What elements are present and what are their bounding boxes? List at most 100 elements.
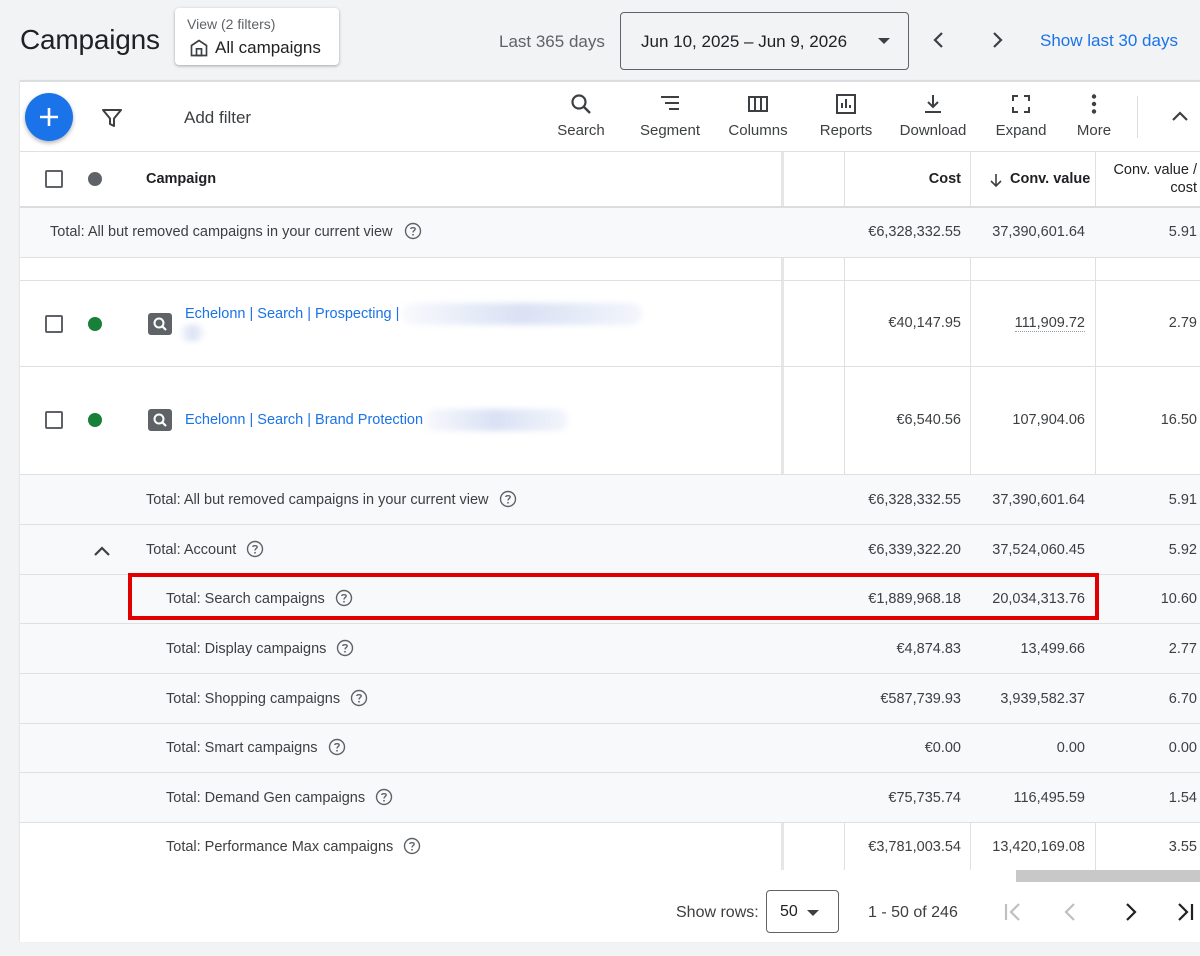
status-enabled-dot: [88, 317, 102, 331]
download-tool-button[interactable]: Download: [897, 92, 969, 144]
help-icon[interactable]: [499, 490, 517, 508]
total-row: Total: Display campaigns €4,874.83 13,499.…: [20, 624, 1200, 674]
campaign-column-header[interactable]: Campaign: [146, 171, 216, 187]
reports-icon: [836, 94, 856, 114]
total-conv-value: 13,420,169.08: [992, 839, 1085, 855]
help-icon[interactable]: [403, 837, 421, 855]
view-selector[interactable]: View (2 filters) All campaigns: [175, 8, 339, 65]
total-conv-value: 116,495.59: [1013, 790, 1086, 806]
status-enabled-dot: [88, 413, 102, 427]
total-row: Total: Performance Max campaigns €3,781,0…: [20, 823, 1200, 872]
table-row[interactable]: Echelonn | Search | Prospecting | €40,14…: [20, 281, 1200, 367]
conv-value-cost-header-line1[interactable]: Conv. value /: [1096, 162, 1197, 178]
total-label: Total: All but removed campaigns in your…: [50, 224, 393, 240]
help-icon[interactable]: [350, 689, 368, 707]
total-cost: €6,328,332.55: [868, 492, 961, 508]
next-page-icon[interactable]: [1117, 899, 1143, 925]
filter-icon[interactable]: [100, 106, 124, 130]
campaign-name-link[interactable]: Echelonn | Search | Prospecting |: [185, 306, 399, 322]
search-icon: [571, 94, 591, 114]
total-conv-value: 37,524,060.45: [992, 542, 1085, 558]
select-all-checkbox[interactable]: [45, 170, 63, 188]
pagination-range: 1 - 50 of 246: [868, 904, 958, 921]
help-icon[interactable]: [375, 788, 393, 806]
campaign-ratio: 2.79: [1168, 315, 1197, 331]
total-cost: €0.00: [924, 740, 961, 756]
highlight-box: [128, 573, 1099, 620]
expand-icon: [1012, 95, 1030, 113]
total-cost: €3,781,003.54: [868, 839, 961, 855]
reports-tool-label: Reports: [819, 122, 873, 139]
chevron-left-icon[interactable]: [927, 28, 951, 52]
building-icon: [190, 39, 208, 57]
view-filter-count: View (2 filters): [187, 16, 276, 32]
expand-tool-button[interactable]: Expand: [993, 92, 1049, 144]
total-ratio: 3.55: [1168, 839, 1197, 855]
search-tool-button[interactable]: Search: [553, 92, 609, 144]
total-ratio: 10.60: [1160, 591, 1197, 607]
spacer-row: [20, 258, 1200, 281]
campaign-conv-value: 107,904.06: [1012, 412, 1085, 428]
previous-page-icon[interactable]: [1058, 899, 1084, 925]
total-label: Total: Performance Max campaigns: [166, 839, 394, 855]
help-icon[interactable]: [336, 639, 354, 657]
create-button[interactable]: [25, 93, 73, 141]
horizontal-scrollbar[interactable]: [1016, 870, 1200, 882]
page-title: Campaigns: [20, 24, 160, 55]
row-checkbox[interactable]: [45, 411, 63, 429]
total-conv-value: 37,390,601.64: [992, 224, 1085, 240]
total-label: Total: Smart campaigns: [166, 740, 318, 756]
total-ratio: 2.77: [1168, 641, 1197, 657]
campaign-name-link[interactable]: Echelonn | Search | Brand Protection: [185, 412, 423, 428]
conv-value-column-header[interactable]: Conv. value: [1010, 171, 1090, 187]
total-row: Total: Account €6,339,322.20 37,524,060.45…: [20, 525, 1200, 575]
total-label: Total: Account: [146, 542, 237, 558]
columns-tool-label: Columns: [728, 122, 788, 139]
columns-tool-button[interactable]: Columns: [725, 92, 791, 144]
view-value: All campaigns: [215, 38, 321, 57]
total-row: Total: Demand Gen campaigns €75,735.74 116…: [20, 773, 1200, 823]
download-tool-label: Download: [899, 122, 967, 139]
total-row: Total: All but removed campaigns in your…: [20, 475, 1200, 525]
campaign-conv-value: 111,909.72: [971, 315, 1085, 332]
conv-value-cost-header-line2[interactable]: cost: [1096, 180, 1197, 196]
arrow-down-icon: [990, 174, 1002, 188]
help-icon[interactable]: [404, 222, 422, 240]
total-conv-value: 3,939,582.37: [1000, 691, 1085, 707]
last-page-icon[interactable]: [1172, 899, 1198, 925]
more-vert-icon: [1091, 94, 1097, 114]
cost-column-header[interactable]: Cost: [846, 171, 961, 187]
segment-tool-button[interactable]: Segment: [635, 92, 705, 144]
show-last-30-days-link[interactable]: Show last 30 days: [1040, 31, 1178, 51]
reports-tool-button[interactable]: Reports: [814, 92, 878, 144]
date-range-label: Last 365 days: [499, 32, 605, 51]
more-tool-button[interactable]: More: [1072, 92, 1116, 144]
first-page-icon[interactable]: [1000, 899, 1026, 925]
columns-icon: [748, 96, 768, 112]
status-header-icon: [88, 172, 102, 186]
total-row: Total: Shopping campaigns €587,739.93 3,93…: [20, 674, 1200, 724]
campaign-cost: €40,147.95: [888, 315, 961, 331]
total-cost: €75,735.74: [888, 790, 961, 806]
rows-per-page-select[interactable]: 50: [766, 890, 839, 933]
chevron-right-icon[interactable]: [985, 28, 1009, 52]
add-filter-button[interactable]: Add filter: [184, 108, 251, 128]
row-checkbox[interactable]: [45, 315, 63, 333]
table-toolbar: Add filter Search Segment Columns Report…: [20, 82, 1200, 152]
total-cost: €6,328,332.55: [868, 224, 961, 240]
total-conv-value: 0.00: [1056, 740, 1085, 756]
campaigns-table-card: Add filter Search Segment Columns Report…: [20, 80, 1200, 942]
chevron-up-icon[interactable]: [1168, 105, 1192, 129]
search-tool-label: Search: [557, 122, 605, 139]
campaign-ratio: 16.50: [1160, 412, 1197, 428]
help-icon[interactable]: [246, 540, 264, 558]
conv-value-text[interactable]: 111,909.72: [1014, 315, 1085, 332]
table-row[interactable]: Echelonn | Search | Brand Protection €6,…: [20, 367, 1200, 475]
chevron-up-icon[interactable]: [90, 540, 114, 564]
table-header-row: Campaign Cost Conv. value Conv. value / …: [20, 152, 1200, 208]
download-icon: [925, 95, 941, 113]
total-conv-value: 13,499.66: [1020, 641, 1085, 657]
date-range-picker[interactable]: Jun 10, 2025 – Jun 9, 2026: [620, 12, 909, 70]
show-rows-label: Show rows:: [676, 904, 759, 921]
help-icon[interactable]: [328, 738, 346, 756]
